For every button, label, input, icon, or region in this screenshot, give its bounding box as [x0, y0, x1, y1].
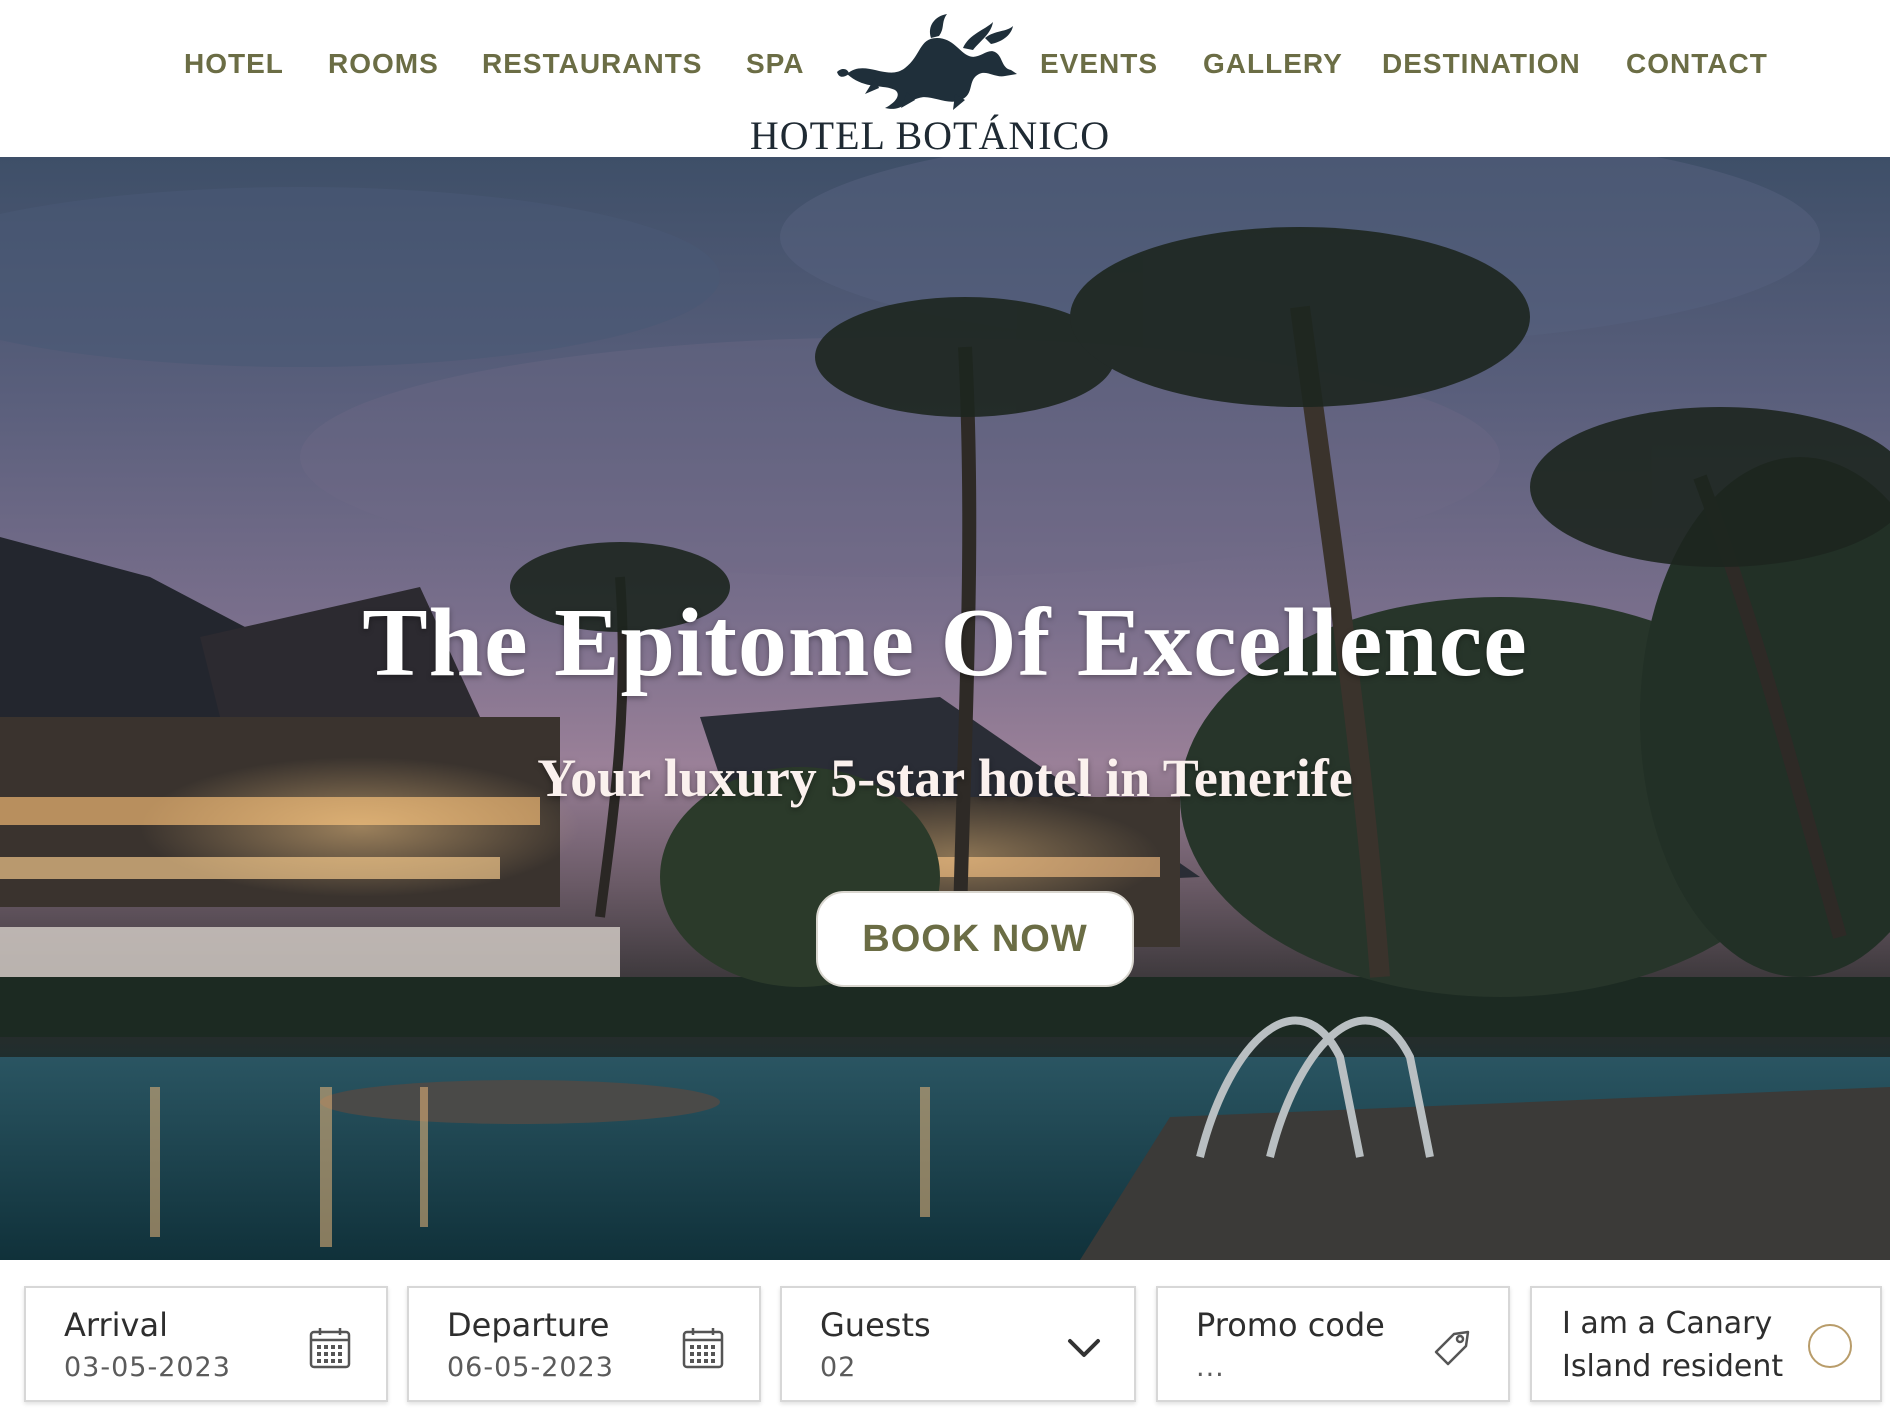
calendar-icon[interactable]: [681, 1326, 725, 1370]
hero-title: The Epitome Of Excellence: [362, 589, 1528, 697]
canary-resident-label: I am a Canary Island resident: [1562, 1306, 1784, 1384]
calendar-icon[interactable]: [308, 1326, 352, 1370]
promo-code-value[interactable]: ...: [1196, 1352, 1225, 1383]
guests-value[interactable]: 02: [820, 1352, 856, 1383]
arrival-field[interactable]: Arrival 03-05-2023: [24, 1286, 388, 1402]
nav-link-contact[interactable]: CONTACT: [1626, 48, 1768, 80]
hero-section: The Epitome Of Excellence Your luxury 5-…: [0, 157, 1890, 1260]
guests-field[interactable]: Guests 02: [780, 1286, 1136, 1402]
departure-value[interactable]: 06-05-2023: [447, 1352, 614, 1383]
logo-text: HOTEL BOTÁNICO: [749, 113, 1111, 158]
hotel-logo[interactable]: HOTEL BOTÁNICO: [745, 8, 1115, 158]
arrival-label: Arrival: [64, 1306, 168, 1344]
book-now-button[interactable]: BOOK NOW: [816, 891, 1134, 987]
nav-link-hotel[interactable]: HOTEL: [184, 48, 284, 80]
dragon-icon: [837, 14, 1017, 110]
promo-code-label: Promo code: [1196, 1306, 1385, 1344]
booking-bar: Arrival 03-05-2023 Departure 06-05-2023: [0, 1260, 1890, 1417]
hero-background-image: [0, 157, 1890, 1260]
departure-field[interactable]: Departure 06-05-2023: [407, 1286, 761, 1402]
nav-link-restaurants[interactable]: RESTAURANTS: [482, 48, 702, 80]
guests-label: Guests: [820, 1306, 931, 1344]
canary-resident-field[interactable]: I am a Canary Island resident: [1530, 1286, 1882, 1402]
nav-link-destination[interactable]: DESTINATION: [1382, 48, 1581, 80]
nav-link-gallery[interactable]: GALLERY: [1203, 48, 1343, 80]
canary-resident-radio[interactable]: [1808, 1324, 1852, 1368]
nav-link-events[interactable]: EVENTS: [1040, 48, 1158, 80]
site-header: HOTEL ROOMS RESTAURANTS SPA HOTEL BOTÁNI…: [0, 0, 1890, 158]
departure-label: Departure: [447, 1306, 610, 1344]
chevron-down-icon[interactable]: [1062, 1326, 1106, 1370]
hero-subtitle: Your luxury 5-star hotel in Tenerife: [537, 748, 1353, 808]
tag-icon[interactable]: [1430, 1326, 1474, 1370]
arrival-value[interactable]: 03-05-2023: [64, 1352, 231, 1383]
promo-code-field[interactable]: Promo code ...: [1156, 1286, 1510, 1402]
nav-link-rooms[interactable]: ROOMS: [328, 48, 439, 80]
